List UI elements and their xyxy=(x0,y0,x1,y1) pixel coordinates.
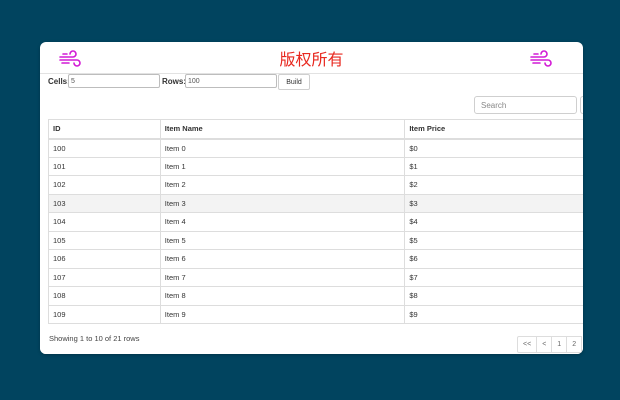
cell-item-price: $2 xyxy=(404,175,583,195)
cell-item-name: Item 8 xyxy=(159,286,406,306)
table-row[interactable]: 105 Item 5 $5 xyxy=(48,230,583,250)
cell-item-price: $3 xyxy=(404,193,583,213)
table-header-row: ID Item Name Item Price xyxy=(48,119,583,140)
cell-item-price: $4 xyxy=(404,212,583,232)
cell-id: 101 xyxy=(48,156,161,176)
cells-label: Cells: xyxy=(48,77,70,86)
cell-item-name: Item 4 xyxy=(159,212,406,232)
build-button[interactable]: Build xyxy=(278,74,310,90)
cell-item-price: $6 xyxy=(404,249,583,269)
cell-item-price: $7 xyxy=(404,267,583,287)
table-row[interactable]: 102 Item 2 $2 xyxy=(48,175,583,195)
cell-item-price: $9 xyxy=(404,304,583,324)
table-row[interactable]: 109 Item 9 $9 xyxy=(48,304,583,324)
cell-item-price: $8 xyxy=(404,286,583,306)
cell-id: 107 xyxy=(48,267,161,287)
pagination-info: Showing 1 to 10 of 21 rows xyxy=(49,334,140,343)
column-header-item-price[interactable]: Item Price xyxy=(404,119,583,140)
cell-id: 105 xyxy=(48,230,161,250)
cell-item-name: Item 2 xyxy=(159,175,406,195)
demo-card: 版权所有 Cells: Rows: Build ID xyxy=(40,42,583,354)
table-row[interactable]: 108 Item 8 $8 xyxy=(48,286,583,306)
pagination: << < 1 2 xyxy=(517,336,583,353)
cell-id: 103 xyxy=(48,193,161,213)
cell-id: 102 xyxy=(48,175,161,195)
cell-item-price: $1 xyxy=(404,156,583,176)
table-row[interactable]: 107 Item 7 $7 xyxy=(48,267,583,287)
rows-input[interactable] xyxy=(185,74,277,88)
cell-item-price: $0 xyxy=(404,138,583,158)
cell-id: 109 xyxy=(48,304,161,324)
wind-icon xyxy=(530,50,552,67)
content-area: 版权所有 Cells: Rows: Build ID xyxy=(40,42,583,324)
table-row[interactable]: 101 Item 1 $1 xyxy=(48,156,583,176)
cell-item-name: Item 0 xyxy=(159,138,406,158)
rows-label: Rows: xyxy=(162,77,186,86)
cell-item-name: Item 5 xyxy=(159,230,406,250)
table-row-hovered[interactable]: 103 Item 3 $3 xyxy=(48,193,583,213)
cell-item-name: Item 9 xyxy=(159,304,406,324)
banner-title: 版权所有 xyxy=(279,50,344,69)
data-table: ID Item Name Item Price 100 Item 0 $0 10… xyxy=(48,119,583,324)
table-row[interactable]: 104 Item 4 $4 xyxy=(48,212,583,232)
cells-input[interactable] xyxy=(68,74,160,88)
cell-item-name: Item 3 xyxy=(159,193,406,213)
table-row[interactable]: 100 Item 0 $0 xyxy=(48,138,583,158)
banner: 版权所有 xyxy=(40,42,583,74)
column-header-id[interactable]: ID xyxy=(48,119,161,140)
first-page-button[interactable]: << xyxy=(517,336,538,353)
cell-id: 100 xyxy=(48,138,161,158)
page-1-button[interactable]: 1 xyxy=(551,336,568,353)
page-2-button[interactable]: 2 xyxy=(566,336,583,353)
cell-item-name: Item 1 xyxy=(159,156,406,176)
cell-id: 106 xyxy=(48,249,161,269)
table-footer: Showing 1 to 10 of 21 rows << < 1 2 xyxy=(40,324,583,354)
column-header-item-name[interactable]: Item Name xyxy=(159,119,406,140)
cell-id: 104 xyxy=(48,212,161,232)
cell-item-name: Item 7 xyxy=(159,267,406,287)
toolbar-button[interactable] xyxy=(580,96,583,114)
cell-id: 108 xyxy=(48,286,161,306)
search-input[interactable] xyxy=(474,96,577,114)
prev-page-button[interactable]: < xyxy=(536,336,553,353)
table-row[interactable]: 106 Item 6 $6 xyxy=(48,249,583,269)
cell-item-name: Item 6 xyxy=(159,249,406,269)
cell-item-price: $5 xyxy=(404,230,583,250)
